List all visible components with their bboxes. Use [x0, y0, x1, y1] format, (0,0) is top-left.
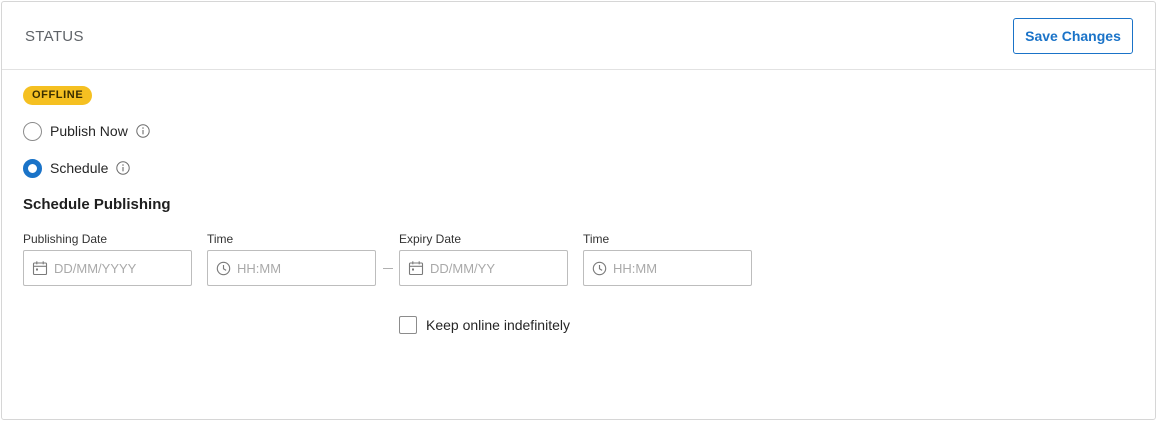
schedule-option[interactable]: Schedule — [23, 158, 131, 178]
publishing-time-field[interactable] — [207, 250, 376, 286]
publishing-date-input[interactable] — [54, 260, 174, 276]
expiry-time-field[interactable] — [583, 250, 752, 286]
publish-now-radio[interactable] — [23, 121, 42, 141]
keep-online-option[interactable]: Keep online indefinitely — [399, 316, 570, 334]
expiry-time-label: Time — [583, 232, 610, 246]
publishing-date-label: Publishing Date — [23, 232, 108, 246]
info-icon[interactable] — [136, 124, 150, 138]
save-changes-button[interactable]: Save Changes — [1013, 18, 1133, 54]
expiry-date-label: Expiry Date — [399, 232, 462, 246]
keep-online-checkbox[interactable] — [399, 316, 417, 334]
info-icon[interactable] — [116, 161, 131, 175]
status-panel: STATUS Save Changes — [1, 1, 1156, 420]
clock-icon — [592, 261, 607, 275]
publishing-time-label: Time — [207, 232, 234, 246]
publish-now-label: Publish Now — [50, 123, 128, 139]
keep-online-label: Keep online indefinitely — [426, 317, 570, 333]
expiry-date-field[interactable] — [399, 250, 568, 286]
publish-now-option[interactable]: Publish Now — [23, 121, 150, 141]
publishing-time-input[interactable] — [237, 260, 357, 276]
expiry-date-input[interactable] — [430, 260, 550, 276]
clock-icon — [216, 261, 231, 275]
publishing-date-field[interactable] — [23, 250, 192, 286]
schedule-label: Schedule — [50, 160, 109, 176]
schedule-radio[interactable] — [23, 158, 42, 178]
schedule-publishing-title: Schedule Publishing — [23, 196, 171, 213]
calendar-icon — [32, 261, 48, 276]
status-badge: OFFLINE — [23, 86, 93, 105]
range-separator — [383, 268, 393, 269]
calendar-icon — [408, 261, 424, 276]
expiry-time-input[interactable] — [613, 260, 733, 276]
panel-title: STATUS — [25, 28, 84, 45]
panel-header: STATUS Save Changes — [2, 2, 1155, 70]
